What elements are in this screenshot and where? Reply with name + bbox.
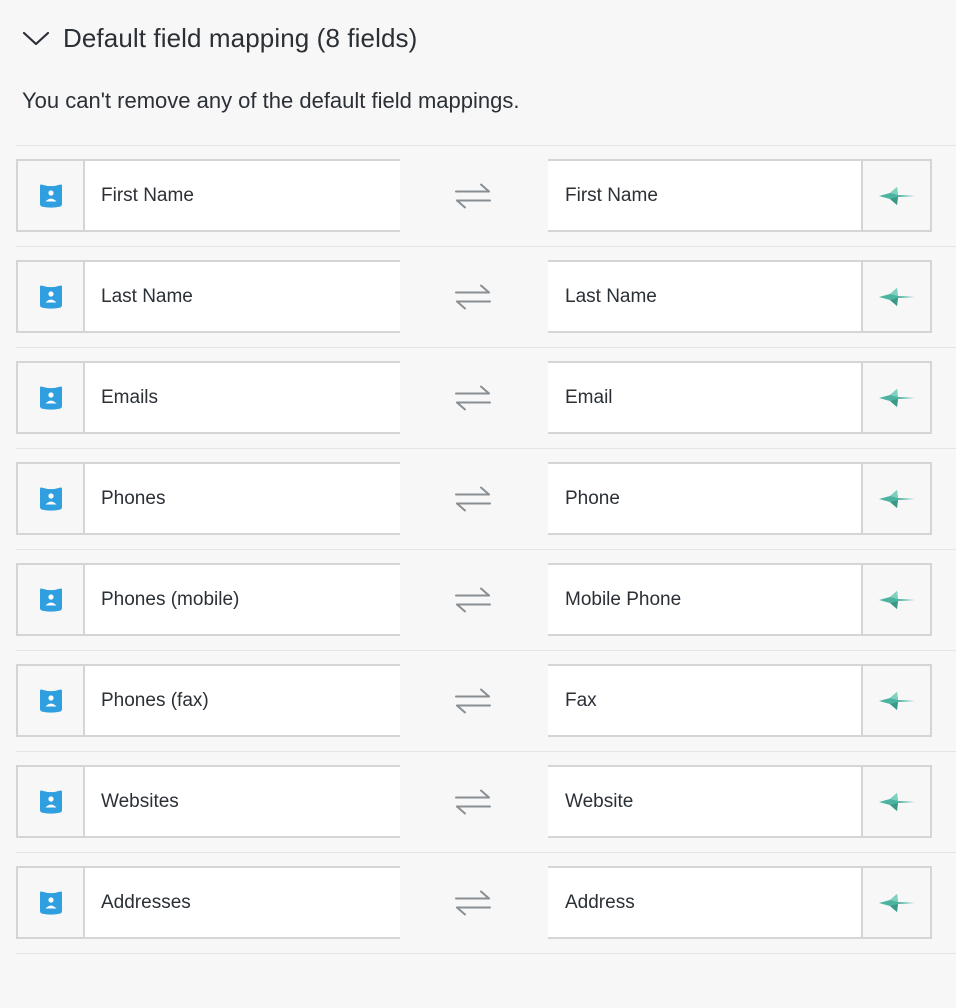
default-mapping-note: You can't remove any of the default fiel… (22, 88, 520, 113)
swap-arrows-icon (455, 688, 491, 714)
left-field: Phones (16, 462, 400, 535)
right-field: Last Name (548, 260, 932, 333)
right-source-icon-box (861, 159, 932, 232)
mapping-row-1: First Name First Name (16, 145, 956, 246)
left-source-icon-box (16, 159, 85, 232)
field-mapping-page: Default field mapping (8 fields) You can… (0, 0, 956, 1008)
mapping-row-5: Phones (mobile) Mobile Phone (16, 549, 956, 650)
left-field-label: Phones (mobile) (85, 563, 400, 636)
left-field: Websites (16, 765, 400, 838)
mapping-list: First Name First Name Last Name Last Nam… (16, 145, 956, 954)
right-field-label: Mobile Phone (548, 563, 861, 636)
left-field-label: Addresses (85, 866, 400, 939)
left-field-label: Websites (85, 765, 400, 838)
left-field: Phones (mobile) (16, 563, 400, 636)
right-field-label: Website (548, 765, 861, 838)
mapping-row-2: Last Name Last Name (16, 246, 956, 347)
right-field-label: First Name (548, 159, 861, 232)
teal-brand-icon (878, 792, 915, 811)
contact-card-icon (39, 587, 62, 612)
contact-card-icon (39, 385, 62, 410)
swap-arrows-icon (455, 486, 491, 512)
contact-card-icon (39, 284, 62, 309)
section-title: Default field mapping (8 fields) (63, 22, 418, 53)
right-source-icon-box (861, 260, 932, 333)
teal-brand-icon (878, 489, 915, 508)
contact-card-icon (39, 890, 62, 915)
left-field-label: Phones (85, 462, 400, 535)
right-source-icon-box (861, 866, 932, 939)
right-field: Fax (548, 664, 932, 737)
teal-brand-icon (878, 186, 915, 205)
left-field-label: Phones (fax) (85, 664, 400, 737)
section-header-toggle[interactable]: Default field mapping (8 fields) (22, 16, 417, 60)
left-field: Last Name (16, 260, 400, 333)
right-source-icon-box (861, 664, 932, 737)
right-source-icon-box (861, 563, 932, 636)
left-source-icon-box (16, 765, 85, 838)
teal-brand-icon (878, 590, 915, 609)
right-field: Email (548, 361, 932, 434)
right-field: Phone (548, 462, 932, 535)
teal-brand-icon (878, 691, 915, 710)
left-source-icon-box (16, 664, 85, 737)
contact-card-icon (39, 789, 62, 814)
right-field: Website (548, 765, 932, 838)
right-field: Mobile Phone (548, 563, 932, 636)
swap-arrows-icon (455, 789, 491, 815)
right-field-label: Email (548, 361, 861, 434)
left-source-icon-box (16, 361, 85, 434)
contact-card-icon (39, 486, 62, 511)
right-field-label: Fax (548, 664, 861, 737)
mapping-row-8: Addresses Address (16, 852, 956, 954)
left-source-icon-box (16, 563, 85, 636)
left-field-label: Last Name (85, 260, 400, 333)
contact-card-icon (39, 688, 62, 713)
mapping-row-6: Phones (fax) Fax (16, 650, 956, 751)
swap-arrows-icon (455, 385, 491, 411)
mapping-row-4: Phones Phone (16, 448, 956, 549)
contact-card-icon (39, 183, 62, 208)
left-field: Phones (fax) (16, 664, 400, 737)
left-source-icon-box (16, 260, 85, 333)
left-field-label: First Name (85, 159, 400, 232)
swap-arrows-icon (455, 587, 491, 613)
teal-brand-icon (878, 287, 915, 306)
swap-arrows-icon (455, 183, 491, 209)
right-field: First Name (548, 159, 932, 232)
mapping-row-7: Websites Website (16, 751, 956, 852)
teal-brand-icon (878, 388, 915, 407)
left-field: Addresses (16, 866, 400, 939)
chevron-down-icon (22, 31, 50, 46)
left-field: First Name (16, 159, 400, 232)
mapping-row-3: Emails Email (16, 347, 956, 448)
left-source-icon-box (16, 462, 85, 535)
right-field-label: Address (548, 866, 861, 939)
left-field-label: Emails (85, 361, 400, 434)
right-source-icon-box (861, 462, 932, 535)
right-field-label: Phone (548, 462, 861, 535)
right-source-icon-box (861, 765, 932, 838)
right-field: Address (548, 866, 932, 939)
swap-arrows-icon (455, 890, 491, 916)
teal-brand-icon (878, 893, 915, 912)
right-field-label: Last Name (548, 260, 861, 333)
swap-arrows-icon (455, 284, 491, 310)
left-field: Emails (16, 361, 400, 434)
left-source-icon-box (16, 866, 85, 939)
right-source-icon-box (861, 361, 932, 434)
